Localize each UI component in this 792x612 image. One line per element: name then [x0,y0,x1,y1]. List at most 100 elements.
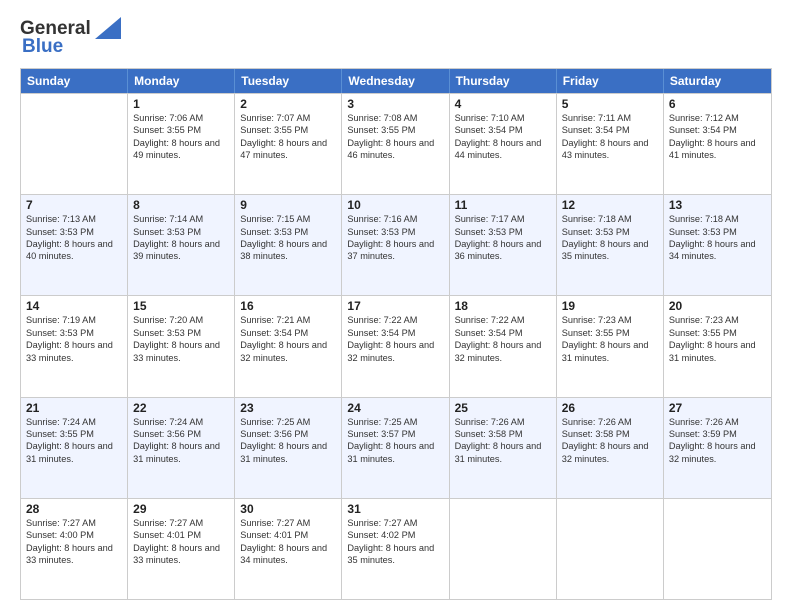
calendar-cell: 6Sunrise: 7:12 AM Sunset: 3:54 PM Daylig… [664,94,771,194]
calendar-cell: 21Sunrise: 7:24 AM Sunset: 3:55 PM Dayli… [21,398,128,498]
cell-info: Sunrise: 7:12 AM Sunset: 3:54 PM Dayligh… [669,112,766,162]
day-number: 19 [562,299,658,313]
calendar-cell: 3Sunrise: 7:08 AM Sunset: 3:55 PM Daylig… [342,94,449,194]
day-number: 14 [26,299,122,313]
cell-info: Sunrise: 7:26 AM Sunset: 3:58 PM Dayligh… [455,416,551,466]
page: General Blue SundayMondayTuesdayWednesda… [0,0,792,612]
calendar-cell [557,499,664,599]
calendar-cell [21,94,128,194]
calendar-cell: 4Sunrise: 7:10 AM Sunset: 3:54 PM Daylig… [450,94,557,194]
cell-info: Sunrise: 7:27 AM Sunset: 4:01 PM Dayligh… [133,517,229,567]
day-number: 27 [669,401,766,415]
cell-info: Sunrise: 7:22 AM Sunset: 3:54 PM Dayligh… [455,314,551,364]
day-number: 4 [455,97,551,111]
day-number: 13 [669,198,766,212]
day-number: 25 [455,401,551,415]
calendar-cell: 9Sunrise: 7:15 AM Sunset: 3:53 PM Daylig… [235,195,342,295]
cell-info: Sunrise: 7:26 AM Sunset: 3:59 PM Dayligh… [669,416,766,466]
calendar: SundayMondayTuesdayWednesdayThursdayFrid… [20,68,772,600]
header-day-monday: Monday [128,69,235,93]
day-number: 28 [26,502,122,516]
logo: General Blue [20,18,121,58]
day-number: 30 [240,502,336,516]
header-day-sunday: Sunday [21,69,128,93]
calendar-cell: 8Sunrise: 7:14 AM Sunset: 3:53 PM Daylig… [128,195,235,295]
cell-info: Sunrise: 7:24 AM Sunset: 3:56 PM Dayligh… [133,416,229,466]
cell-info: Sunrise: 7:20 AM Sunset: 3:53 PM Dayligh… [133,314,229,364]
calendar-cell: 10Sunrise: 7:16 AM Sunset: 3:53 PM Dayli… [342,195,449,295]
calendar-cell: 17Sunrise: 7:22 AM Sunset: 3:54 PM Dayli… [342,296,449,396]
day-number: 16 [240,299,336,313]
cell-info: Sunrise: 7:15 AM Sunset: 3:53 PM Dayligh… [240,213,336,263]
header-day-saturday: Saturday [664,69,771,93]
cell-info: Sunrise: 7:17 AM Sunset: 3:53 PM Dayligh… [455,213,551,263]
day-number: 21 [26,401,122,415]
calendar-cell: 11Sunrise: 7:17 AM Sunset: 3:53 PM Dayli… [450,195,557,295]
header-day-friday: Friday [557,69,664,93]
day-number: 3 [347,97,443,111]
header: General Blue [20,18,772,58]
cell-info: Sunrise: 7:25 AM Sunset: 3:56 PM Dayligh… [240,416,336,466]
cell-info: Sunrise: 7:14 AM Sunset: 3:53 PM Dayligh… [133,213,229,263]
day-number: 1 [133,97,229,111]
calendar-row-4: 21Sunrise: 7:24 AM Sunset: 3:55 PM Dayli… [21,397,771,498]
calendar-cell [664,499,771,599]
day-number: 8 [133,198,229,212]
calendar-cell: 5Sunrise: 7:11 AM Sunset: 3:54 PM Daylig… [557,94,664,194]
calendar-cell: 18Sunrise: 7:22 AM Sunset: 3:54 PM Dayli… [450,296,557,396]
calendar-cell: 15Sunrise: 7:20 AM Sunset: 3:53 PM Dayli… [128,296,235,396]
calendar-row-5: 28Sunrise: 7:27 AM Sunset: 4:00 PM Dayli… [21,498,771,599]
day-number: 17 [347,299,443,313]
header-day-tuesday: Tuesday [235,69,342,93]
calendar-cell: 14Sunrise: 7:19 AM Sunset: 3:53 PM Dayli… [21,296,128,396]
day-number: 9 [240,198,336,212]
cell-info: Sunrise: 7:24 AM Sunset: 3:55 PM Dayligh… [26,416,122,466]
calendar-cell: 23Sunrise: 7:25 AM Sunset: 3:56 PM Dayli… [235,398,342,498]
day-number: 2 [240,97,336,111]
calendar-body: 1Sunrise: 7:06 AM Sunset: 3:55 PM Daylig… [21,93,771,599]
calendar-cell: 30Sunrise: 7:27 AM Sunset: 4:01 PM Dayli… [235,499,342,599]
day-number: 7 [26,198,122,212]
calendar-cell: 25Sunrise: 7:26 AM Sunset: 3:58 PM Dayli… [450,398,557,498]
cell-info: Sunrise: 7:25 AM Sunset: 3:57 PM Dayligh… [347,416,443,466]
calendar-cell: 29Sunrise: 7:27 AM Sunset: 4:01 PM Dayli… [128,499,235,599]
cell-info: Sunrise: 7:18 AM Sunset: 3:53 PM Dayligh… [669,213,766,263]
calendar-cell: 28Sunrise: 7:27 AM Sunset: 4:00 PM Dayli… [21,499,128,599]
calendar-cell: 19Sunrise: 7:23 AM Sunset: 3:55 PM Dayli… [557,296,664,396]
calendar-row-2: 7Sunrise: 7:13 AM Sunset: 3:53 PM Daylig… [21,194,771,295]
day-number: 23 [240,401,336,415]
cell-info: Sunrise: 7:21 AM Sunset: 3:54 PM Dayligh… [240,314,336,364]
day-number: 10 [347,198,443,212]
logo-icon [95,17,121,39]
calendar-cell: 1Sunrise: 7:06 AM Sunset: 3:55 PM Daylig… [128,94,235,194]
header-day-wednesday: Wednesday [342,69,449,93]
cell-info: Sunrise: 7:10 AM Sunset: 3:54 PM Dayligh… [455,112,551,162]
cell-info: Sunrise: 7:18 AM Sunset: 3:53 PM Dayligh… [562,213,658,263]
calendar-cell: 31Sunrise: 7:27 AM Sunset: 4:02 PM Dayli… [342,499,449,599]
cell-info: Sunrise: 7:23 AM Sunset: 3:55 PM Dayligh… [562,314,658,364]
calendar-cell: 16Sunrise: 7:21 AM Sunset: 3:54 PM Dayli… [235,296,342,396]
day-number: 12 [562,198,658,212]
calendar-cell: 2Sunrise: 7:07 AM Sunset: 3:55 PM Daylig… [235,94,342,194]
cell-info: Sunrise: 7:22 AM Sunset: 3:54 PM Dayligh… [347,314,443,364]
calendar-cell: 12Sunrise: 7:18 AM Sunset: 3:53 PM Dayli… [557,195,664,295]
calendar-row-3: 14Sunrise: 7:19 AM Sunset: 3:53 PM Dayli… [21,295,771,396]
cell-info: Sunrise: 7:26 AM Sunset: 3:58 PM Dayligh… [562,416,658,466]
calendar-cell: 13Sunrise: 7:18 AM Sunset: 3:53 PM Dayli… [664,195,771,295]
day-number: 15 [133,299,229,313]
day-number: 22 [133,401,229,415]
day-number: 6 [669,97,766,111]
cell-info: Sunrise: 7:06 AM Sunset: 3:55 PM Dayligh… [133,112,229,162]
day-number: 5 [562,97,658,111]
cell-info: Sunrise: 7:27 AM Sunset: 4:01 PM Dayligh… [240,517,336,567]
cell-info: Sunrise: 7:07 AM Sunset: 3:55 PM Dayligh… [240,112,336,162]
cell-info: Sunrise: 7:08 AM Sunset: 3:55 PM Dayligh… [347,112,443,162]
cell-info: Sunrise: 7:11 AM Sunset: 3:54 PM Dayligh… [562,112,658,162]
calendar-cell: 24Sunrise: 7:25 AM Sunset: 3:57 PM Dayli… [342,398,449,498]
calendar-cell: 27Sunrise: 7:26 AM Sunset: 3:59 PM Dayli… [664,398,771,498]
calendar-cell: 26Sunrise: 7:26 AM Sunset: 3:58 PM Dayli… [557,398,664,498]
day-number: 20 [669,299,766,313]
cell-info: Sunrise: 7:27 AM Sunset: 4:02 PM Dayligh… [347,517,443,567]
calendar-row-1: 1Sunrise: 7:06 AM Sunset: 3:55 PM Daylig… [21,93,771,194]
logo-blue: Blue [22,36,63,58]
